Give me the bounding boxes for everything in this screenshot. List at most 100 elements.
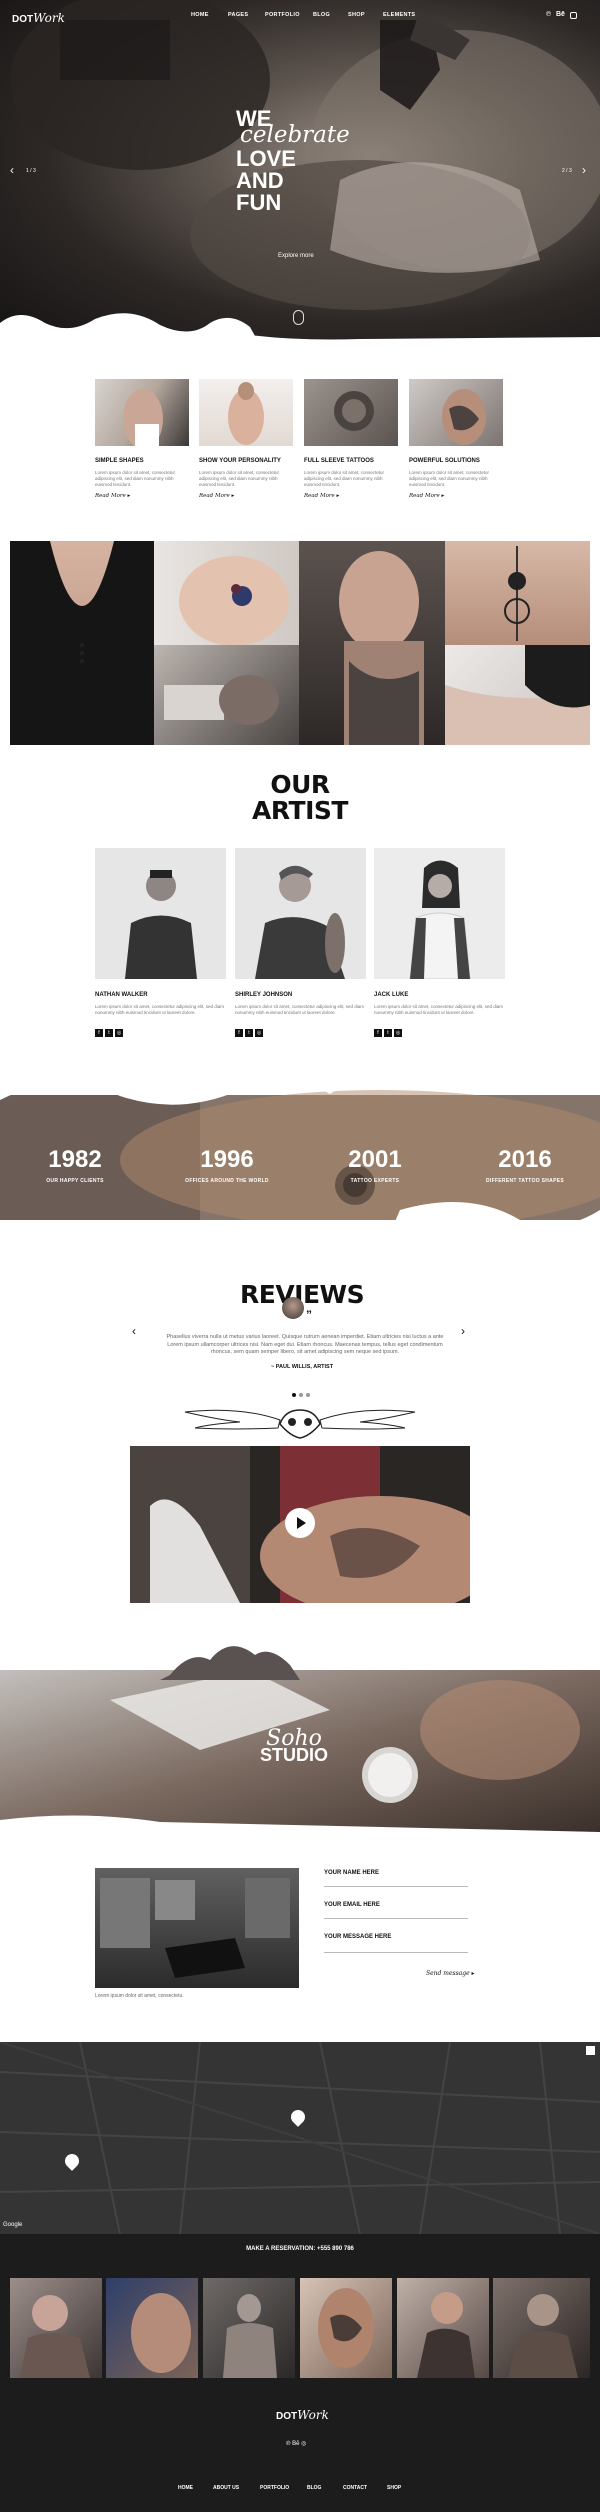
dot-2[interactable] [299, 1393, 303, 1397]
stat-happy-clients: 1982 OUR HAPPY CLIENTS [46, 1146, 104, 1184]
feature-title: POWERFUL SOLUTIONS [409, 458, 480, 464]
instagram-icon[interactable] [570, 12, 577, 19]
message-field-label: YOUR MESSAGE HERE [324, 1934, 392, 1940]
nav-home[interactable]: HOME [191, 12, 209, 18]
artist-card-nathan[interactable]: NATHAN WALKER Lorem ipsum dolor sit amet… [95, 848, 226, 1039]
review-prev-arrow-icon[interactable]: ‹ [132, 1324, 136, 1338]
feature-image [199, 379, 293, 446]
footer-gallery-3[interactable] [203, 2278, 295, 2378]
reviewer-avatar [282, 1297, 304, 1319]
artists-section-title: OUR ARTIST [252, 770, 348, 825]
message-field[interactable] [324, 1952, 468, 1953]
nav-blog[interactable]: BLOG [313, 12, 330, 18]
footer-gallery-4[interactable] [300, 2278, 392, 2378]
name-field[interactable] [324, 1886, 468, 1887]
artist-name: JACK LUKE [374, 992, 409, 998]
review-next-arrow-icon[interactable]: › [461, 1324, 465, 1338]
map-provider-logo: Google [3, 2222, 23, 2228]
footer-gallery-6[interactable] [493, 2278, 590, 2378]
footer-social: ℗ Bē ◎ [286, 2440, 306, 2447]
dot-1[interactable] [292, 1393, 296, 1397]
gallery-image-back-dots[interactable] [10, 541, 154, 745]
slider-pager-right: 2 / 3 [562, 168, 572, 174]
gallery-image-rose-tattoo[interactable] [154, 541, 299, 645]
twitter-icon[interactable]: t [105, 1029, 113, 1037]
nav-shop[interactable]: SHOP [348, 12, 365, 18]
artist-name: SHIRLEY JOHNSON [235, 992, 293, 998]
gallery-image-tattooing[interactable] [154, 645, 299, 745]
footer-nav-contact[interactable]: CONTACT [343, 2485, 367, 2491]
gallery-image-face-neck[interactable] [299, 541, 445, 745]
instagram-icon[interactable]: ◎ [394, 1029, 402, 1037]
nav-elements[interactable]: ELEMENTS [383, 12, 415, 18]
feature-card-personality[interactable]: SHOW YOUR PERSONALITY Lorem ipsum dolor … [199, 379, 293, 499]
nav-pages[interactable]: PAGES [228, 12, 248, 18]
nav-portfolio[interactable]: PORTFOLIO [265, 12, 300, 18]
footer-nav-home[interactable]: HOME [178, 2485, 193, 2491]
read-more-link[interactable]: Read More ▸ [304, 493, 398, 499]
dot-3[interactable] [306, 1393, 310, 1397]
feature-card-simple-shapes[interactable]: SIMPLE SHAPES Lorem ipsum dolor sit amet… [95, 379, 189, 499]
slider-prev-arrow-icon[interactable]: ‹ [10, 163, 14, 177]
location-map[interactable]: Google [0, 2042, 600, 2234]
video-block[interactable] [130, 1446, 470, 1603]
facebook-icon[interactable]: f [235, 1029, 243, 1037]
top-navigation: DOTWork HOME PAGES PORTFOLIO BLOG SHOP E… [0, 9, 600, 25]
hero-slider: DOTWork HOME PAGES PORTFOLIO BLOG SHOP E… [0, 0, 600, 345]
explore-more-link[interactable]: Explore more [278, 253, 314, 259]
footer-gallery-5[interactable] [397, 2278, 489, 2378]
feature-card-full-sleeve[interactable]: FULL SLEEVE TATTOOS Lorem ipsum dolor si… [304, 379, 398, 499]
studio-heading: Soho STUDIO [260, 1726, 329, 1765]
instagram-icon[interactable]: ◎ [255, 1029, 263, 1037]
feature-image [304, 379, 398, 446]
twitter-icon[interactable]: t [245, 1029, 253, 1037]
footer-gallery-1[interactable] [10, 2278, 102, 2378]
fullscreen-icon[interactable] [586, 2046, 595, 2055]
facebook-icon[interactable]: f [374, 1029, 382, 1037]
artist-social: f t ◎ [95, 1021, 226, 1039]
stat-offices: 1996 OFFICES AROUND THE WORLD [185, 1146, 269, 1184]
feature-desc: Lorem ipsum dolor sit amet, consectetur … [199, 470, 280, 487]
stat-experts: 2001 TATTOO EXPERTS [348, 1146, 402, 1184]
review-author: ~ PAUL WILLIS, ARTIST [271, 1364, 334, 1370]
footer-nav-about[interactable]: ABOUT US [213, 2485, 239, 2491]
facebook-icon[interactable]: f [95, 1029, 103, 1037]
instagram-icon[interactable]: ◎ [301, 2441, 306, 2447]
pinterest-icon[interactable]: ℗ [286, 2441, 290, 2447]
footer-nav-blog[interactable]: BLOG [307, 2485, 321, 2491]
artist-bio: Lorem ipsum dolor sit amet, consectetur … [374, 1004, 504, 1015]
slider-pager-left: 1 / 3 [26, 168, 36, 174]
read-more-link[interactable]: Read More ▸ [95, 493, 189, 499]
feature-desc: Lorem ipsum dolor sit amet, consectetur … [304, 470, 385, 487]
feature-desc: Lorem ipsum dolor sit amet, consectetur … [95, 470, 176, 487]
behance-icon[interactable]: Bē [292, 2441, 299, 2447]
read-more-link[interactable]: Read More ▸ [199, 493, 293, 499]
instagram-icon[interactable]: ◎ [115, 1029, 123, 1037]
footer-nav-portfolio[interactable]: PORTFOLIO [260, 2485, 289, 2491]
behance-icon[interactable]: Bē [556, 11, 565, 18]
name-field-label: YOUR NAME HERE [324, 1870, 380, 1876]
artist-bio: Lorem ipsum dolor sit amet, consectetur … [235, 1004, 365, 1015]
read-more-link[interactable]: Read More ▸ [409, 493, 503, 499]
slider-next-arrow-icon[interactable]: › [582, 163, 586, 177]
send-message-button[interactable]: Send message ▸ [426, 1970, 475, 1977]
footer-nav-shop[interactable]: SHOP [387, 2485, 401, 2491]
pinterest-icon[interactable]: ℗ [546, 11, 551, 18]
email-field-label: YOUR EMAIL HERE [324, 1902, 380, 1908]
footer-gallery-2[interactable] [106, 2278, 198, 2378]
artist-photo [95, 848, 226, 979]
twitter-icon[interactable]: t [384, 1029, 392, 1037]
site-logo[interactable]: DOTWork [12, 9, 65, 27]
feature-image [409, 379, 503, 446]
artist-card-shirley[interactable]: SHIRLEY JOHNSON Lorem ipsum dolor sit am… [235, 848, 366, 1039]
feature-title: SIMPLE SHAPES [95, 458, 144, 464]
owl-wings-ornament-icon [184, 1409, 416, 1439]
play-button[interactable] [285, 1508, 315, 1538]
footer-logo[interactable]: DOTWork [276, 2406, 329, 2424]
gallery-image-back-symbol[interactable] [445, 541, 590, 645]
artist-photo [235, 848, 366, 979]
artist-card-jack[interactable]: JACK LUKE Lorem ipsum dolor sit amet, co… [374, 848, 505, 1039]
gallery-image-leg-tattoo[interactable] [445, 645, 590, 745]
email-field[interactable] [324, 1918, 468, 1919]
feature-card-powerful[interactable]: POWERFUL SOLUTIONS Lorem ipsum dolor sit… [409, 379, 503, 499]
